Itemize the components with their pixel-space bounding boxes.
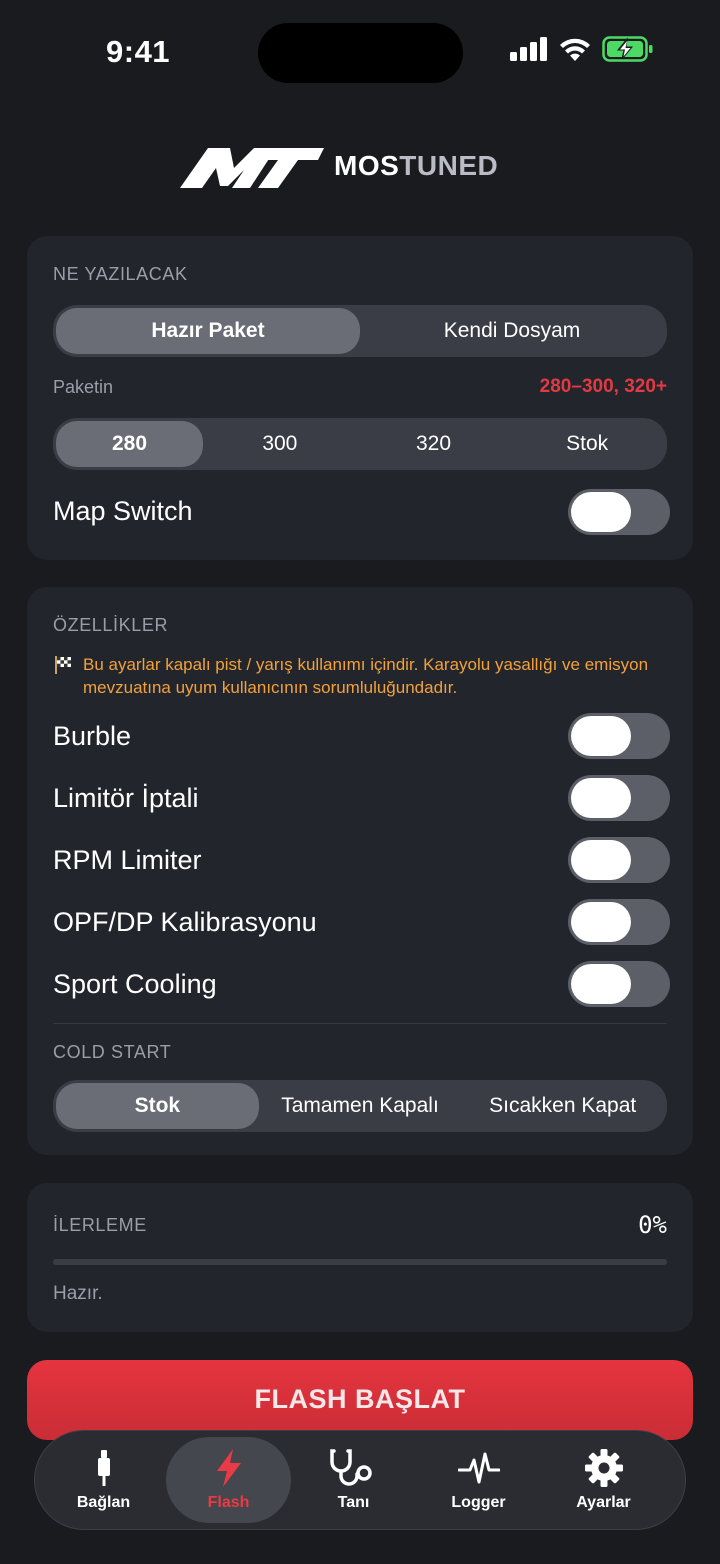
connector-icon [96, 1448, 112, 1488]
tab-bar: Bağlan Flash Tanı Logger Ayarlar [34, 1430, 686, 1530]
status-time: 9:41 [106, 34, 171, 69]
features-section-label: ÖZELLİKLER [53, 615, 169, 635]
toggle-knob [571, 840, 631, 880]
brand-logo: MOSTUNED [178, 142, 498, 190]
brand-wordmark-tuned: TUNED [399, 150, 499, 181]
stethoscope-icon [328, 1448, 380, 1488]
tab-kendi-dosyam[interactable]: Kendi Dosyam [360, 308, 664, 354]
package-option-stok[interactable]: Stok [510, 421, 664, 467]
gear-icon [584, 1448, 624, 1488]
write-section-label: NE YAZILACAK [53, 264, 188, 284]
wifi-icon [560, 38, 590, 61]
feature-toggle-limitor-iptali[interactable] [568, 775, 670, 821]
map-switch-toggle[interactable] [568, 489, 670, 535]
feature-toggle-burble[interactable] [568, 713, 670, 759]
progress-bar [53, 1259, 667, 1265]
package-option-320[interactable]: 320 [357, 421, 511, 467]
tab-label: Logger [451, 1494, 506, 1511]
feature-toggle-sport-cooling[interactable] [568, 961, 670, 1007]
cold-start-segmented-control: Stok Tamamen Kapalı Sıcakken Kapat [53, 1080, 667, 1132]
cold-start-option-tamamen-kapali[interactable]: Tamamen Kapalı [259, 1083, 462, 1129]
feature-label-opf-dp: OPF/DP Kalibrasyonu [53, 907, 317, 937]
status-icons [510, 36, 654, 62]
pulse-icon [457, 1448, 500, 1488]
feature-label-rpm-limiter: RPM Limiter [53, 845, 202, 875]
feature-label-burble: Burble [53, 721, 132, 751]
map-switch-label: Map Switch [53, 496, 193, 526]
package-option-300[interactable]: 300 [203, 421, 357, 467]
package-value: 280–300, 320+ [539, 376, 667, 397]
tab-baglan[interactable]: Bağlan [41, 1437, 166, 1523]
source-segmented-control: Hazır Paket Kendi Dosyam [53, 305, 667, 357]
tab-label: Ayarlar [576, 1494, 631, 1511]
feature-toggle-rpm-limiter[interactable] [568, 837, 670, 883]
cold-start-option-stok[interactable]: Stok [56, 1083, 259, 1129]
flash-start-button[interactable]: FLASH BAŞLAT [27, 1360, 693, 1440]
tab-logger[interactable]: Logger [416, 1437, 541, 1523]
progress-status: Hazır. [53, 1283, 103, 1304]
brand-wordmark: MOSTUNED [334, 150, 498, 182]
feature-toggle-opf-dp[interactable] [568, 899, 670, 945]
brand-wordmark-mos: MOS [334, 150, 400, 181]
toggle-knob [571, 902, 631, 942]
features-card: ÖZELLİKLER Bu ayarlar kapalı pist / yarı… [27, 587, 693, 1155]
progress-section-label: İLERLEME [53, 1215, 147, 1235]
cold-start-option-sicakken-kapat[interactable]: Sıcakken Kapat [461, 1083, 664, 1129]
progress-percent: 0% [638, 1211, 667, 1239]
feature-label-sport-cooling: Sport Cooling [53, 969, 217, 999]
warning-note: Bu ayarlar kapalı pist / yarış kullanımı… [53, 653, 653, 699]
dynamic-island [258, 23, 463, 83]
checkered-flag-icon [55, 656, 71, 674]
toggle-knob [571, 778, 631, 818]
package-segmented-control: 280 300 320 Stok [53, 418, 667, 470]
toggle-knob [571, 492, 631, 532]
tab-flash[interactable]: Flash [166, 1437, 291, 1523]
warning-text: Bu ayarlar kapalı pist / yarış kullanımı… [83, 655, 649, 697]
toggle-knob [571, 964, 631, 1004]
mt-logo-mark [180, 148, 324, 188]
features-divider [53, 1023, 667, 1024]
cold-start-label: COLD START [53, 1042, 172, 1062]
write-card: NE YAZILACAK Hazır Paket Kendi Dosyam Pa… [27, 236, 693, 560]
tab-label: Bağlan [76, 1494, 131, 1511]
feature-label-limitor-iptali: Limitör İptali [53, 783, 199, 813]
package-option-280[interactable]: 280 [56, 421, 203, 467]
bolt-icon [214, 1448, 244, 1488]
battery-charging-icon [602, 36, 653, 62]
package-label: Paketin [53, 377, 114, 397]
tab-label: Flash [207, 1494, 250, 1511]
cellular-signal-icon [510, 37, 547, 61]
tab-label: Tanı [337, 1494, 370, 1511]
tab-hazir-paket[interactable]: Hazır Paket [56, 308, 360, 354]
tab-tani[interactable]: Tanı [291, 1437, 416, 1523]
toggle-knob [571, 716, 631, 756]
progress-card: İLERLEME 0% Hazır. [27, 1183, 693, 1332]
tab-ayarlar[interactable]: Ayarlar [541, 1437, 666, 1523]
